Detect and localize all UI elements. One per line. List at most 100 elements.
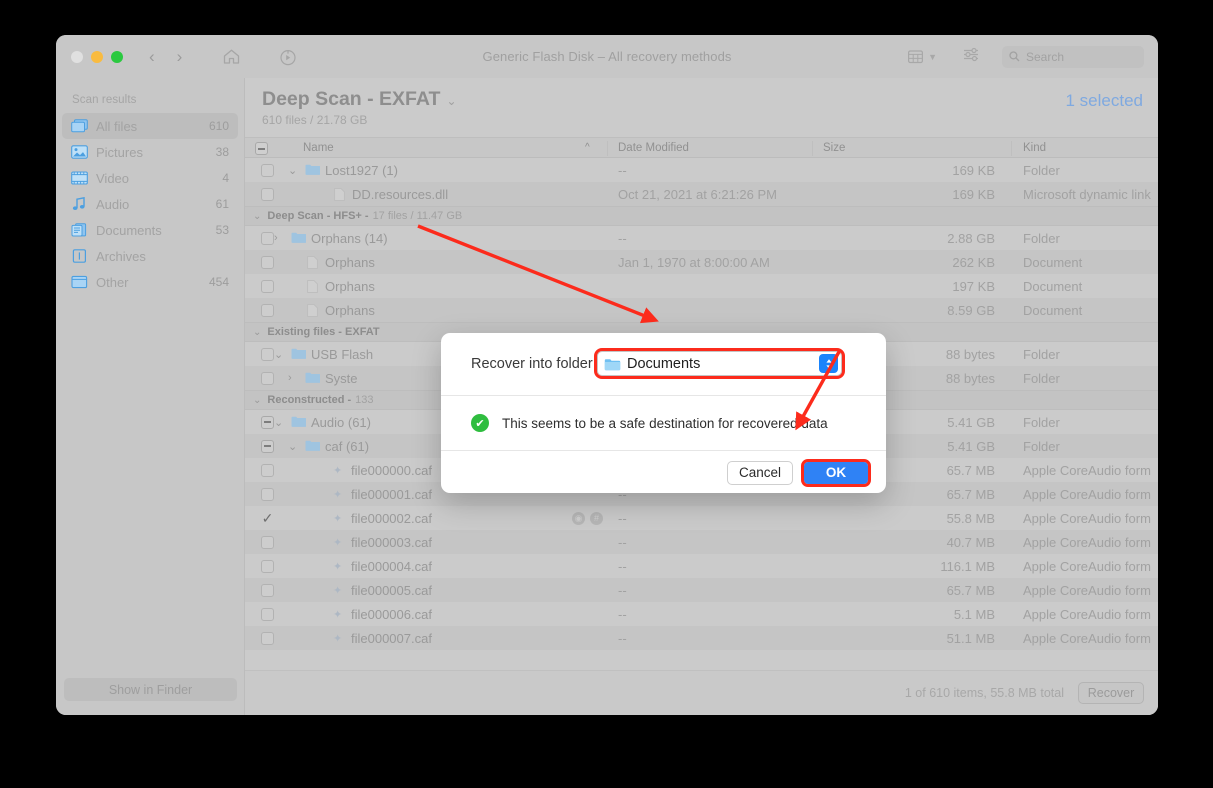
sidebar-item-documents[interactable]: Documents 53	[62, 217, 238, 243]
column-header-size[interactable]: Size	[823, 142, 845, 154]
star-icon: ✦	[333, 584, 343, 597]
disclosure-triangle-icon[interactable]: ⌄	[288, 440, 297, 453]
row-checkbox[interactable]	[261, 163, 274, 177]
row-checkbox[interactable]	[261, 415, 274, 429]
row-checkbox[interactable]	[261, 371, 274, 385]
row-checkbox[interactable]	[261, 187, 274, 201]
file-name: Lost1927 (1)	[325, 162, 398, 178]
row-checkbox[interactable]	[261, 279, 274, 293]
table-row[interactable]: ✦ file000003.caf -- 40.7 MB Apple CoreAudio …	[245, 530, 1158, 554]
folder-icon	[305, 164, 321, 176]
file-date: --	[618, 630, 627, 646]
chevron-down-icon[interactable]: ⌄	[446, 94, 456, 108]
column-header-name[interactable]: Name	[303, 142, 334, 154]
sidebar-item-label: Pictures	[96, 144, 143, 160]
sliders-icon[interactable]	[963, 47, 980, 67]
file-name: Orphans	[325, 278, 375, 294]
file-date: --	[618, 582, 627, 598]
video-icon	[71, 171, 88, 186]
chevron-down-icon[interactable]: ⌄	[253, 395, 261, 406]
search-icon	[1009, 51, 1020, 62]
folder-icon	[305, 372, 321, 384]
sidebar-item-all-files[interactable]: All files 610	[62, 113, 238, 139]
file-size: 169 KB	[952, 186, 995, 202]
row-checkbox[interactable]	[261, 347, 274, 361]
ok-button[interactable]: OK	[801, 458, 871, 487]
row-checkbox[interactable]	[261, 255, 274, 269]
sidebar: Scan results All files 610 Pictures 38 Video…	[56, 78, 245, 715]
row-checkbox[interactable]	[261, 607, 274, 621]
table-row[interactable]: Orphans Jan 1, 1970 at 8:00:00 AM 262 KB Do…	[245, 250, 1158, 274]
recover-button[interactable]: Recover	[1078, 682, 1144, 704]
table-row[interactable]: Orphans 197 KB Document	[245, 274, 1158, 298]
table-row[interactable]: DD.resources.dll Oct 21, 2021 at 6:21:26 …	[245, 182, 1158, 206]
file-list-group-header[interactable]: ⌄ Deep Scan - HFS+ - 17 files / 11.47 GB	[245, 206, 1158, 226]
cancel-button[interactable]: Cancel	[727, 460, 793, 485]
file-kind: Document	[1023, 254, 1083, 270]
select-all-checkbox[interactable]	[255, 142, 268, 155]
file-kind: Apple CoreAudio form	[1023, 606, 1151, 622]
column-header-kind[interactable]: Kind	[1023, 142, 1046, 154]
table-row[interactable]: ✦ file000004.caf -- 116.1 MB Apple CoreAudio…	[245, 554, 1158, 578]
row-checkbox[interactable]: ✓	[261, 511, 274, 525]
folder-select-popup[interactable]: Documents	[594, 348, 845, 379]
row-action-badges[interactable]: ◉ #	[572, 511, 603, 525]
scan-title[interactable]: Deep Scan - EXFAT ⌄	[262, 88, 457, 111]
file-name: DD.resources.dll	[352, 186, 449, 202]
sidebar-item-video[interactable]: Video 4	[62, 165, 238, 191]
table-row[interactable]: ✓ ✦ ◉ # file000002.caf -- 55.8 MB Apple CoreAud…	[245, 506, 1158, 530]
up-down-chevron-icon[interactable]	[819, 354, 838, 373]
chevron-down-icon[interactable]: ⌄	[253, 327, 261, 338]
check-circle-icon: ✔	[471, 414, 489, 432]
table-row[interactable]: Orphans 8.59 GB Document	[245, 298, 1158, 322]
file-kind: Document	[1023, 302, 1083, 318]
document-icon	[307, 303, 318, 317]
show-in-finder-label: Show in Finder	[108, 682, 193, 697]
table-row[interactable]: ✦ file000005.caf -- 65.7 MB Apple CoreAudio …	[245, 578, 1158, 602]
file-name: USB Flash	[311, 346, 374, 362]
dialog-field-row: Recover into folder Documents	[441, 333, 886, 395]
disclosure-triangle-icon[interactable]: ›	[274, 232, 278, 244]
grid-view-icon[interactable]: ▼	[908, 49, 937, 64]
table-row[interactable]: › Orphans (14) -- 2.88 GB Folder	[245, 226, 1158, 250]
sidebar-item-other[interactable]: Other 454	[62, 269, 238, 295]
sidebar-item-pictures[interactable]: Pictures 38	[62, 139, 238, 165]
row-checkbox[interactable]	[261, 463, 274, 477]
row-checkbox[interactable]	[261, 583, 274, 597]
table-row[interactable]: ✦ file000006.caf -- 5.1 MB Apple CoreAudio f…	[245, 602, 1158, 626]
sidebar-item-audio[interactable]: Audio 61	[62, 191, 238, 217]
preview-icon[interactable]: ◉	[572, 511, 585, 525]
table-row[interactable]: ✦ file000007.caf -- 51.1 MB Apple CoreAudio …	[245, 626, 1158, 650]
folder-icon	[291, 232, 307, 244]
star-icon: ✦	[333, 608, 343, 621]
file-name: file000003.caf	[351, 534, 432, 550]
chevron-down-icon[interactable]: ▼	[928, 52, 937, 62]
disclosure-triangle-icon[interactable]: ›	[288, 372, 292, 384]
hash-icon[interactable]: #	[590, 511, 603, 525]
documents-icon	[71, 223, 88, 238]
row-checkbox[interactable]	[261, 559, 274, 573]
table-row[interactable]: ⌄ Lost1927 (1) -- 169 KB Folder	[245, 158, 1158, 182]
disclosure-triangle-icon[interactable]: ⌄	[288, 164, 297, 177]
row-checkbox[interactable]	[261, 487, 274, 501]
show-in-finder-button[interactable]: Show in Finder	[64, 678, 237, 701]
file-kind: Microsoft dynamic link	[1023, 186, 1151, 202]
column-header-date[interactable]: Date Modified	[618, 142, 689, 154]
sidebar-item-count: 38	[215, 145, 229, 159]
row-checkbox[interactable]	[261, 631, 274, 645]
sidebar-item-label: Other	[96, 274, 129, 290]
file-size: 2.88 GB	[947, 230, 995, 246]
row-checkbox[interactable]	[261, 231, 274, 245]
ok-button-label: OK	[825, 465, 847, 480]
file-date: Oct 21, 2021 at 6:21:26 PM	[618, 186, 777, 202]
disclosure-triangle-icon[interactable]: ⌄	[274, 416, 283, 429]
sidebar-item-archives[interactable]: Archives	[62, 243, 238, 269]
disclosure-triangle-icon[interactable]: ⌄	[274, 348, 283, 361]
file-date: --	[618, 534, 627, 550]
search-input[interactable]: Search	[1002, 45, 1144, 68]
row-checkbox[interactable]	[261, 439, 274, 453]
row-checkbox[interactable]	[261, 303, 274, 317]
file-kind: Apple CoreAudio form	[1023, 582, 1151, 598]
chevron-down-icon[interactable]: ⌄	[253, 211, 261, 222]
row-checkbox[interactable]	[261, 535, 274, 549]
